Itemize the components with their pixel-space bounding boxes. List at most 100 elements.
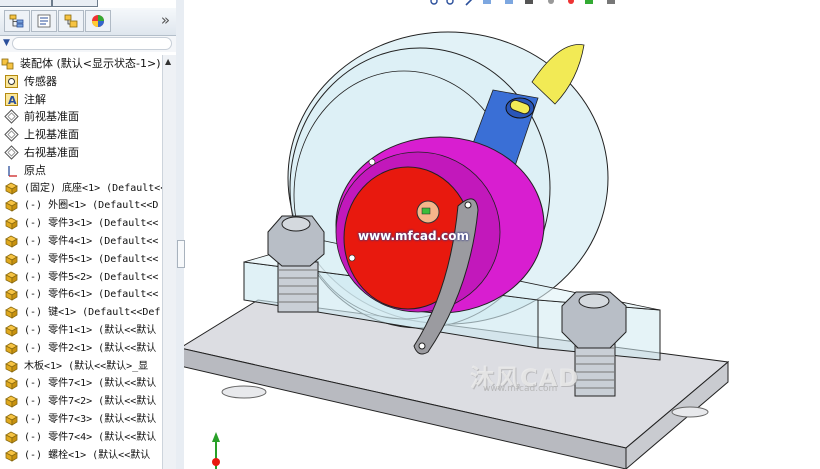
tree-item-label: 原点 [24,163,46,177]
document-tab[interactable] [0,0,52,7]
part-icon [5,431,18,444]
watermark-site: www.mfcad.com [483,384,558,394]
tree-item[interactable]: (-) 零件4<1> (Default<< [0,233,162,250]
featuremanager-tab-icon [9,14,24,28]
tree-item-label: (-) 零件3<1> (Default<< [24,218,159,230]
tree-item-label: 装配体 (默认<显示状态-1>) [20,57,161,70]
feature-manager-panel: » ▼ 装配体 (默认<显示状态-1>) 传感器 A 注解前视基准面上视基准面右视基准… [0,0,177,469]
tree-item-label: (-) 零件1<1> (默认<<默认 [24,325,157,336]
tree-item[interactable]: 前视基准面 [0,108,162,125]
tree-item[interactable]: (-) 零件7<1> (默认<<默认 [0,375,162,392]
tree-item[interactable]: (固定) 底座<1> (Default<<Default [0,180,162,197]
tree-item[interactable]: 木板<1> (默认<<默认>_显 [0,358,162,375]
tree-item[interactable]: (-) 外圈<1> (Default<<D [0,197,162,214]
tree-item-label: (-) 零件7<1> (默认<<默认 [24,378,157,390]
tree-item[interactable]: (-) 零件6<1> (Default<< [0,286,162,303]
tree-item-label: 木板<1> (默认<<默认>_显 [24,360,149,372]
watermark-url: www.mfcad.com [358,229,469,243]
tree-item[interactable]: (-) 零件2<1> (默认<<默认 [0,340,162,357]
annotation-icon: A [5,92,18,107]
tree-item-label: (-) 零件6<1> (Default<< [24,289,159,301]
tree-vertical-scrollbar[interactable]: ▲ [162,55,176,469]
tree-item-label: (-) 螺栓<1> (默认<<默认 [24,449,151,461]
tree-item-label: 传感器 [24,74,57,88]
part-icon [5,217,18,230]
tree-item[interactable]: (-) 零件5<1> (Default<< [0,251,162,268]
filter-dropdown-icon[interactable]: ▼ [3,38,10,48]
panel-splitter[interactable] [176,0,185,469]
tree-item[interactable]: A 注解 [0,91,162,108]
tree-item-label: (-) 外圈<1> (Default<<D [24,200,159,212]
hide-show-items-icon[interactable] [546,0,556,7]
previous-view-icon[interactable] [464,0,474,7]
tree-item-label: (-) 零件2<1> (默认<<默认 [24,342,157,354]
part-icon [5,324,18,337]
part-icon [5,395,18,408]
part-icon [5,253,18,266]
tree-item[interactable]: (-) 零件7<2> (默认<<默认 [0,393,162,410]
coordinate-triad-icon [212,432,220,469]
view-orientation-icon[interactable] [504,0,514,7]
part-icon [5,306,18,319]
filter-input[interactable] [12,37,172,50]
tree-item-label: 前视基准面 [24,110,79,124]
tree-item-label: 注解 [24,92,46,106]
tree-item[interactable]: (-) 零件7<3> (默认<<默认 [0,411,162,428]
apply-scene-icon[interactable] [584,0,594,7]
tree-item-label: (固定) 底座<1> (Default<<Default [24,182,162,194]
filter-bar: ▼ [0,36,176,52]
tree-item-label: (-) 零件4<1> (Default<< [24,236,159,247]
tree-item-label: (-) 键<1> (Default<<Def [24,307,161,319]
part-icon [5,342,18,355]
tree-item-label: (-) 零件5<1> (Default<< [24,253,159,265]
section-view-icon[interactable] [482,0,492,7]
appearance-tab[interactable] [85,10,111,32]
part-icon [5,199,18,213]
tree-item[interactable]: 右视基准面 [0,144,162,161]
tree-item-label: (-) 零件7<3> (默认<<默认 [24,414,157,425]
scroll-up-arrow-icon[interactable]: ▲ [165,57,171,66]
sensor-icon [5,74,18,88]
display-style-icon[interactable] [524,0,534,7]
heads-up-toolbar [424,0,714,10]
tree-item-label: 上视基准面 [24,128,79,142]
appearance-tab-icon [92,15,104,27]
featuremanager-tab[interactable] [4,10,30,32]
model-viewport[interactable] [184,0,820,469]
plane-icon [4,109,19,125]
part-icon [5,413,18,426]
part-icon [5,288,18,302]
tree-item[interactable]: (-) 螺栓<1> (默认<<默认 [0,447,162,464]
tree-item[interactable]: (-) 零件5<2> (Default<< [0,269,162,286]
tree-root-assembly[interactable]: 装配体 (默认<显示状态-1>) [0,55,162,72]
tree-item[interactable]: 原点 [0,162,162,179]
view-settings-icon[interactable] [606,0,616,7]
configurationmanager-tab-icon [64,14,78,28]
edit-appearance-icon[interactable] [566,0,576,7]
zoom-to-fit-icon[interactable] [430,0,440,7]
graphics-area[interactable]: www.mfcad.com 沐风CAD www.mfcad.com [184,0,820,469]
configurationmanager-tab[interactable] [58,10,84,32]
zoom-area-icon[interactable] [446,0,456,7]
plane-icon [4,127,19,142]
part-icon [5,182,18,195]
assembly-icon [1,58,14,70]
origin-icon [8,165,17,177]
tree-item[interactable]: (-) 零件7<4> (默认<<默认 [0,429,162,446]
part-icon [5,235,18,248]
more-tabs-button[interactable]: » [161,11,170,29]
plane-icon [4,145,19,160]
tree-item[interactable]: 传感器 [0,73,162,90]
tree-item-label: (-) 零件7<2> (默认<<默认 [24,396,157,408]
propertymanager-tab[interactable] [31,10,57,32]
tree-item-label: (-) 零件7<4> (默认<<默认 [24,431,157,443]
propertymanager-tab-icon [37,14,51,28]
tree-item[interactable]: (-) 键<1> (Default<<Def [0,304,162,321]
tree-item[interactable]: 上视基准面 [0,126,162,143]
tree-item[interactable]: (-) 零件1<1> (默认<<默认 [0,322,162,339]
tree-item-label: 右视基准面 [24,146,79,159]
tree-item[interactable]: (-) 零件3<1> (Default<< [0,215,162,232]
document-tab-strip [0,0,176,7]
document-tab[interactable] [52,0,98,7]
tree-item-label: (-) 零件5<2> (Default<< [24,271,159,283]
